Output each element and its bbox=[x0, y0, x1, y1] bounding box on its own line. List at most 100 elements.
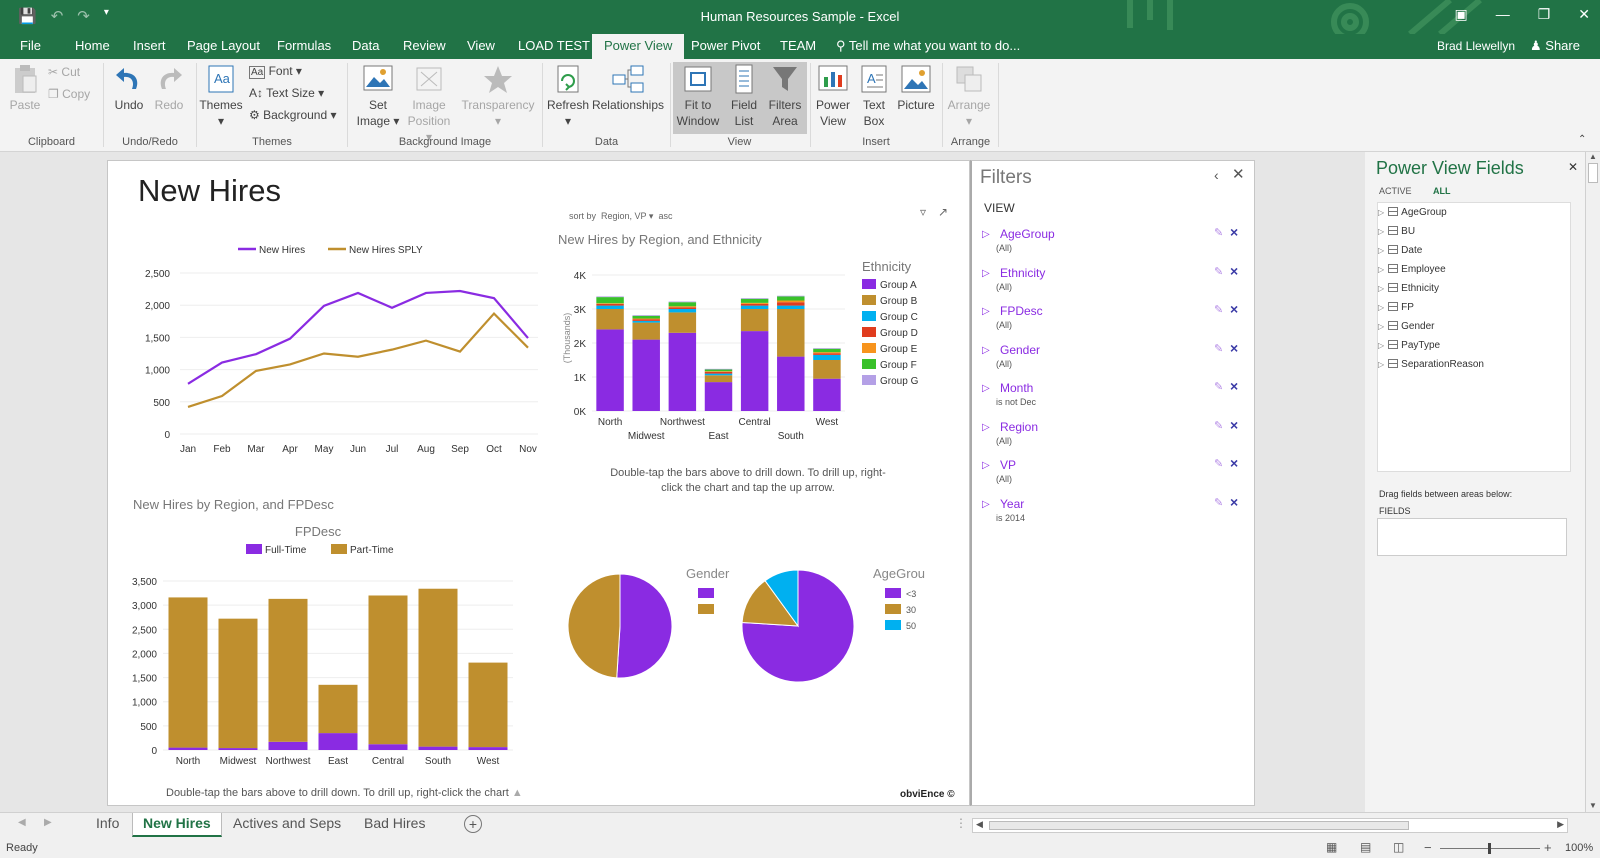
tell-me-box[interactable]: ⚲ Tell me what you want to do... bbox=[836, 38, 1020, 54]
horizontal-scrollbar[interactable]: ◀ ▶ bbox=[972, 818, 1568, 833]
picture-button[interactable]: Picture bbox=[894, 63, 938, 113]
page-break-view-icon[interactable]: ◫ bbox=[1393, 840, 1404, 854]
collapse-filters-icon[interactable]: ‹ bbox=[1214, 167, 1219, 183]
expand-icon[interactable]: ▷ bbox=[1378, 284, 1384, 293]
ribbon-display-icon[interactable]: ▣ bbox=[1454, 6, 1467, 23]
eraser-icon[interactable]: ✎ bbox=[1214, 303, 1223, 316]
normal-view-icon[interactable]: ▦ bbox=[1326, 840, 1337, 854]
tab-data[interactable]: Data bbox=[352, 38, 379, 53]
field-list-button[interactable]: Field List bbox=[724, 63, 764, 129]
undo-icon[interactable]: ↶ bbox=[51, 7, 64, 25]
hscroll-thumb[interactable] bbox=[989, 821, 1409, 830]
set-image-button[interactable]: Set Image ▾ bbox=[354, 63, 402, 129]
sheet-tab-bad-hires[interactable]: Bad Hires bbox=[364, 815, 425, 831]
close-filters-icon[interactable]: ✕ bbox=[1232, 165, 1245, 183]
refresh-button[interactable]: Refresh ▾ bbox=[545, 63, 591, 129]
filter-field-name[interactable]: Ethnicity bbox=[1000, 266, 1045, 280]
sheet-tab-info[interactable]: Info bbox=[96, 815, 119, 831]
filter-item-ethnicity[interactable]: ▷ Ethnicity (All) ✎ × bbox=[982, 263, 1247, 304]
tab-review[interactable]: Review bbox=[403, 38, 446, 53]
eraser-icon[interactable]: ✎ bbox=[1214, 457, 1223, 470]
relationships-button[interactable]: Relationships bbox=[590, 63, 666, 113]
expand-icon[interactable]: ▷ bbox=[982, 422, 990, 433]
filter-field-name[interactable]: Month bbox=[1000, 381, 1033, 395]
tab-formulas[interactable]: Formulas bbox=[277, 38, 331, 53]
zoom-slider-thumb[interactable] bbox=[1488, 843, 1491, 854]
tab-power-pivot[interactable]: Power Pivot bbox=[691, 38, 760, 53]
remove-filter-icon[interactable]: × bbox=[1230, 224, 1238, 240]
expand-icon[interactable]: ▷ bbox=[1378, 341, 1384, 350]
tab-power-view[interactable]: Power View bbox=[592, 34, 685, 59]
report-title[interactable]: New Hires bbox=[138, 173, 281, 209]
scroll-up-icon[interactable]: ▲ bbox=[512, 787, 523, 799]
paste-button[interactable]: Paste bbox=[8, 63, 42, 113]
vertical-scrollbar[interactable]: ▲ ▼ bbox=[1585, 152, 1600, 812]
filters-area-button[interactable]: Filters Area bbox=[764, 63, 806, 129]
field-item[interactable]: ▷ Date bbox=[1378, 245, 1422, 256]
text-box-button[interactable]: A Text Box bbox=[856, 63, 892, 129]
expand-icon[interactable]: ▷ bbox=[1378, 360, 1384, 369]
field-item[interactable]: ▷ Gender bbox=[1378, 321, 1435, 332]
expand-icon[interactable]: ▷ bbox=[982, 345, 990, 356]
hscroll-right-arrow[interactable]: ▶ bbox=[1557, 819, 1564, 830]
filter-item-fpdesc[interactable]: ▷ FPDesc (All) ✎ × bbox=[982, 301, 1247, 342]
filter-item-year[interactable]: ▷ Year is 2014 ✎ × bbox=[982, 494, 1247, 535]
close-icon[interactable]: ✕ bbox=[1578, 6, 1590, 23]
pop-out-icon[interactable]: ↗ bbox=[938, 205, 948, 219]
tab-insert[interactable]: Insert bbox=[133, 38, 166, 53]
expand-icon[interactable]: ▷ bbox=[982, 383, 990, 394]
expand-icon[interactable]: ▷ bbox=[982, 229, 990, 240]
filter-item-agegroup[interactable]: ▷ AgeGroup (All) ✎ × bbox=[982, 224, 1247, 265]
ethnicity-bar-chart[interactable]: New Hires by Region, and Ethnicity (Thous… bbox=[550, 223, 950, 473]
agegroup-pie-chart[interactable]: AgeGrou <3 30 50 bbox=[738, 566, 968, 696]
sheet-tab-new-hires[interactable]: New Hires bbox=[132, 813, 222, 837]
filter-field-name[interactable]: AgeGroup bbox=[1000, 227, 1055, 241]
remove-filter-icon[interactable]: × bbox=[1230, 340, 1238, 356]
remove-filter-icon[interactable]: × bbox=[1230, 455, 1238, 471]
fields-tab-active[interactable]: ACTIVE bbox=[1379, 186, 1412, 196]
sheet-prev-icon[interactable]: ◀ bbox=[18, 817, 26, 828]
sheet-tab-actives-and-seps[interactable]: Actives and Seps bbox=[233, 815, 341, 831]
customize-qat-icon[interactable]: ▾ bbox=[104, 7, 109, 25]
filter-item-region[interactable]: ▷ Region (All) ✎ × bbox=[982, 417, 1247, 458]
expand-icon[interactable]: ▷ bbox=[982, 268, 990, 279]
scroll-thumb[interactable] bbox=[1588, 163, 1598, 183]
filter-field-name[interactable]: FPDesc bbox=[1000, 304, 1043, 318]
filter-field-name[interactable]: Gender bbox=[1000, 343, 1040, 357]
tab-view[interactable]: View bbox=[467, 38, 495, 53]
copy-button[interactable]: ❐ Copy bbox=[48, 87, 90, 101]
fpdesc-bar-chart[interactable]: New Hires by Region, and FPDesc FPDesc Ful… bbox=[128, 494, 548, 789]
scroll-down-arrow[interactable]: ▼ bbox=[1586, 801, 1600, 810]
field-item[interactable]: ▷ FP bbox=[1378, 302, 1414, 313]
expand-icon[interactable]: ▷ bbox=[1378, 227, 1384, 236]
eraser-icon[interactable]: ✎ bbox=[1214, 496, 1223, 509]
share-button[interactable]: ♟ Share bbox=[1530, 38, 1580, 54]
image-position-button[interactable]: Image Position ▾ bbox=[404, 63, 454, 145]
field-item[interactable]: ▷ PayType bbox=[1378, 340, 1440, 351]
fields-drop-area[interactable] bbox=[1377, 518, 1567, 556]
zoom-slider[interactable] bbox=[1440, 843, 1540, 854]
eraser-icon[interactable]: ✎ bbox=[1214, 226, 1223, 239]
expand-icon[interactable]: ▷ bbox=[1378, 208, 1384, 217]
text-size-dropdown[interactable]: A↕ Text Size ▾ bbox=[249, 86, 324, 100]
field-item[interactable]: ▷ AgeGroup bbox=[1378, 207, 1447, 218]
expand-icon[interactable]: ▷ bbox=[1378, 322, 1384, 331]
hscroll-left-arrow[interactable]: ◀ bbox=[976, 819, 983, 830]
expand-icon[interactable]: ▷ bbox=[982, 460, 990, 471]
eraser-icon[interactable]: ✎ bbox=[1214, 419, 1223, 432]
restore-icon[interactable]: ❐ bbox=[1538, 6, 1551, 23]
field-item[interactable]: ▷ BU bbox=[1378, 226, 1415, 237]
tab-page-layout[interactable]: Page Layout bbox=[187, 38, 260, 53]
scroll-up-arrow[interactable]: ▲ bbox=[1586, 152, 1600, 161]
expand-icon[interactable]: ▷ bbox=[982, 306, 990, 317]
field-item[interactable]: ▷ Ethnicity bbox=[1378, 283, 1439, 294]
field-item[interactable]: ▷ Employee bbox=[1378, 264, 1446, 275]
close-fields-icon[interactable]: ✕ bbox=[1568, 160, 1578, 174]
collapse-ribbon-icon[interactable]: ⌃ bbox=[1578, 134, 1586, 145]
font-dropdown[interactable]: Aa Font ▾ bbox=[249, 64, 302, 79]
expand-icon[interactable]: ▷ bbox=[1378, 265, 1384, 274]
page-layout-view-icon[interactable]: ▤ bbox=[1360, 840, 1371, 854]
tab-team[interactable]: TEAM bbox=[780, 38, 816, 53]
arrange-button[interactable]: Arrange ▾ bbox=[944, 63, 994, 129]
tab-load-test[interactable]: LOAD TEST bbox=[518, 38, 590, 53]
